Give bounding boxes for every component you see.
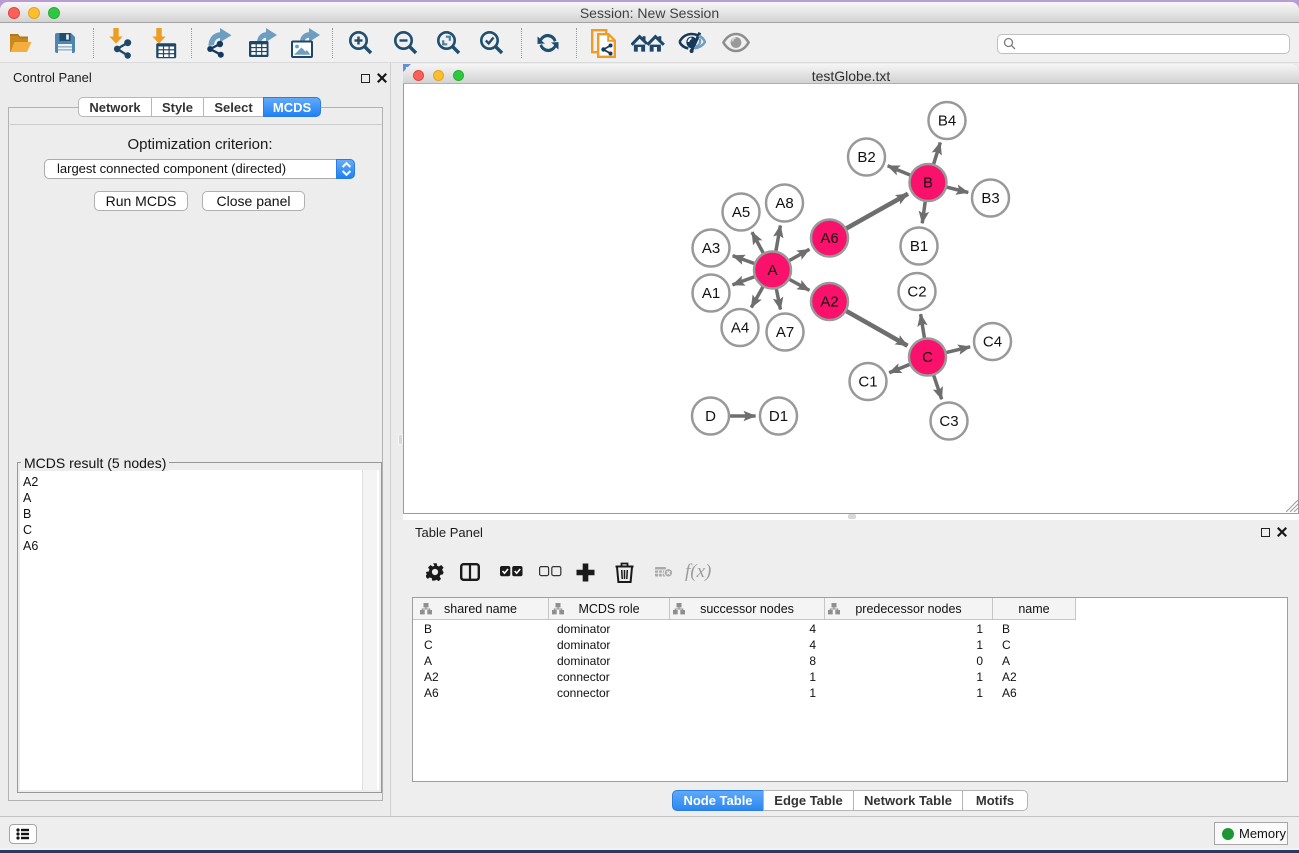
svg-text:A6: A6 bbox=[820, 230, 838, 247]
svg-text:A: A bbox=[767, 262, 777, 279]
svg-text:D: D bbox=[705, 408, 716, 425]
svg-text:A4: A4 bbox=[731, 320, 749, 337]
svg-text:C: C bbox=[922, 349, 933, 366]
svg-text:A2: A2 bbox=[820, 294, 838, 311]
svg-text:A3: A3 bbox=[702, 240, 720, 257]
svg-text:B2: B2 bbox=[857, 149, 875, 166]
svg-text:B: B bbox=[923, 175, 933, 192]
svg-text:C1: C1 bbox=[858, 374, 877, 391]
svg-text:C2: C2 bbox=[907, 284, 926, 301]
svg-text:B3: B3 bbox=[981, 190, 999, 207]
svg-text:A1: A1 bbox=[702, 285, 720, 302]
svg-text:C4: C4 bbox=[983, 334, 1002, 351]
svg-text:B4: B4 bbox=[938, 113, 956, 130]
svg-text:C3: C3 bbox=[939, 413, 958, 430]
svg-text:A7: A7 bbox=[776, 324, 794, 341]
svg-text:B1: B1 bbox=[910, 238, 928, 255]
svg-text:A8: A8 bbox=[775, 195, 793, 212]
svg-text:D1: D1 bbox=[769, 408, 788, 425]
svg-text:A5: A5 bbox=[732, 204, 750, 221]
